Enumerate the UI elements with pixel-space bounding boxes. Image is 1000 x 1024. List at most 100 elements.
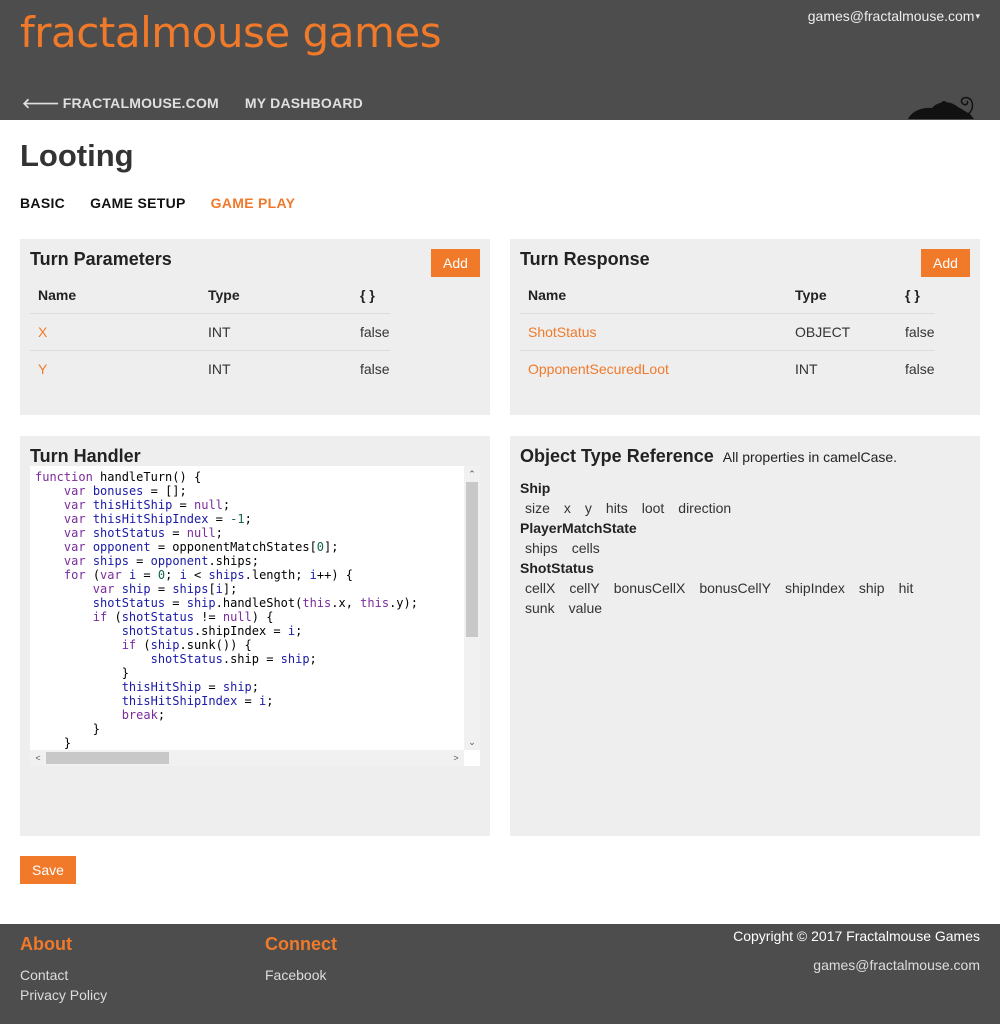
object-reference-panel: Object Type Reference All properties in …: [510, 436, 980, 836]
scroll-right-icon[interactable]: >: [448, 750, 464, 766]
horizontal-scrollbar[interactable]: < >: [30, 750, 464, 766]
column-header-array: { }: [352, 277, 390, 314]
column-header-name: Name: [30, 277, 200, 314]
add-response-button[interactable]: Add: [921, 249, 970, 277]
turn-response-panel: Turn Response Add Name Type { } ShotStat…: [510, 239, 980, 415]
horizontal-scroll-thumb[interactable]: [46, 752, 169, 764]
property-item: shipIndex: [784, 580, 845, 596]
shot-status-props: cellX cellY bonusCellX bonusCellY shipIn…: [520, 578, 950, 618]
table-row: ShotStatus OBJECT false: [520, 313, 935, 351]
column-header-name: Name: [520, 277, 787, 314]
scroll-up-icon[interactable]: ⌃: [464, 466, 480, 482]
scroll-down-icon[interactable]: ⌄: [464, 734, 480, 750]
table-row: Y INT false: [30, 350, 390, 387]
footer-privacy-link[interactable]: Privacy Policy: [20, 985, 107, 1005]
property-item: hit: [898, 580, 914, 596]
add-parameter-button[interactable]: Add: [431, 249, 480, 277]
response-name-link[interactable]: ShotStatus: [520, 313, 787, 351]
site-footer: About Contact Privacy Policy Connect Fac…: [0, 924, 1000, 1024]
turn-response-title: Turn Response: [520, 249, 650, 269]
vertical-scroll-thumb[interactable]: [466, 482, 478, 637]
tab-basic[interactable]: BASIC: [20, 195, 65, 211]
column-header-array: { }: [897, 277, 935, 314]
tab-game-play[interactable]: GAME PLAY: [211, 195, 296, 211]
type-name-shot-status: ShotStatus: [520, 560, 594, 576]
code-editor[interactable]: function handleTurn() { var bonuses = []…: [30, 466, 480, 766]
object-reference-list: Ship size x y hits loot direction Player…: [520, 478, 970, 618]
code-content[interactable]: function handleTurn() { var bonuses = []…: [30, 466, 464, 750]
turn-response-table: Name Type { } ShotStatus OBJECT false Op…: [520, 277, 935, 387]
footer-contact-link[interactable]: Contact: [20, 965, 107, 985]
property-item: hits: [605, 500, 628, 516]
chevron-down-icon[interactable]: ▾: [975, 11, 980, 21]
page-tabs: BASIC GAME SETUP GAME PLAY: [20, 195, 295, 211]
player-match-state-props: ships cells: [520, 538, 970, 558]
nav-fractalmouse-link[interactable]: 🡐 FRACTALMOUSE.COM: [22, 95, 219, 112]
response-type: INT: [795, 360, 818, 377]
table-row: X INT false: [30, 313, 390, 351]
footer-connect-title: Connect: [265, 934, 337, 954]
property-item: size: [525, 500, 550, 516]
property-item: bonusCellY: [699, 580, 771, 596]
vertical-scrollbar[interactable]: ⌃ ⌄: [464, 466, 480, 750]
parameter-type: INT: [208, 360, 231, 377]
property-item: loot: [641, 500, 665, 516]
response-name-link[interactable]: OpponentSecuredLoot: [520, 350, 787, 387]
property-item: ships: [525, 540, 558, 556]
column-header-type: Type: [787, 277, 897, 314]
table-header-row: Name Type { }: [520, 277, 935, 314]
footer-about-column: About Contact Privacy Policy: [20, 934, 107, 1005]
property-item: direction: [678, 500, 732, 516]
turn-parameters-panel: Turn Parameters Add Name Type { } X INT …: [20, 239, 490, 415]
turn-handler-panel: Turn Handler function handleTurn() { var…: [20, 436, 490, 836]
turn-parameters-title: Turn Parameters: [30, 249, 172, 269]
property-item: cellY: [569, 580, 600, 596]
column-header-type: Type: [200, 277, 352, 314]
copyright-text: Copyright © 2017 Fractalmouse Games: [733, 928, 980, 944]
nav-fractalmouse-label: FRACTALMOUSE.COM: [62, 95, 219, 111]
mouse-logo-icon: [908, 96, 974, 119]
table-row: OpponentSecuredLoot INT false: [520, 350, 935, 387]
parameter-array: false: [360, 360, 390, 377]
table-header-row: Name Type { }: [30, 277, 390, 314]
arrow-left-icon: 🡐: [22, 95, 60, 111]
parameter-name-link[interactable]: Y: [30, 350, 200, 387]
property-item: y: [584, 500, 592, 516]
type-name-ship: Ship: [520, 480, 551, 496]
turn-parameters-table: Name Type { } X INT false Y INT false: [30, 277, 390, 387]
account-menu[interactable]: games@fractalmouse.com▾: [808, 8, 980, 24]
main-nav: 🡐 FRACTALMOUSE.COM MY DASHBOARD: [22, 95, 363, 112]
footer-right: Copyright © 2017 Fractalmouse Games game…: [733, 928, 980, 973]
save-button[interactable]: Save: [20, 856, 76, 884]
page-title: Looting: [20, 138, 134, 173]
parameter-name-link[interactable]: X: [30, 313, 200, 351]
parameter-type: INT: [200, 313, 352, 351]
nav-dashboard-link[interactable]: MY DASHBOARD: [245, 95, 363, 112]
scroll-left-icon[interactable]: <: [30, 750, 46, 766]
parameter-array: false: [352, 313, 390, 351]
scrollbar-corner: [464, 750, 480, 766]
property-item: sunk: [525, 600, 555, 616]
property-item: cells: [571, 540, 600, 556]
footer-email[interactable]: games@fractalmouse.com: [733, 957, 980, 973]
property-item: value: [568, 600, 603, 616]
brand-logo-text[interactable]: fractalmouse games: [20, 8, 442, 57]
account-email[interactable]: games@fractalmouse.com: [808, 8, 975, 24]
object-reference-subtitle: All properties in camelCase.: [722, 449, 898, 465]
turn-handler-title: Turn Handler: [30, 446, 141, 466]
site-header: fractalmouse games games@fractalmouse.co…: [0, 0, 1000, 120]
property-item: bonusCellX: [613, 580, 686, 596]
response-type: OBJECT: [787, 313, 897, 351]
response-array: false: [905, 360, 935, 377]
type-name-player-match-state: PlayerMatchState: [520, 520, 637, 536]
object-reference-title: Object Type Reference: [520, 446, 714, 466]
code-area[interactable]: function handleTurn() { var bonuses = []…: [30, 466, 464, 750]
footer-facebook-link[interactable]: Facebook: [265, 965, 337, 985]
ship-props: size x y hits loot direction: [520, 498, 970, 518]
property-item: x: [563, 500, 571, 516]
object-reference-header: Object Type Reference All properties in …: [520, 446, 897, 467]
footer-connect-column: Connect Facebook: [265, 934, 337, 985]
tab-game-setup[interactable]: GAME SETUP: [90, 195, 186, 211]
response-array: false: [897, 313, 935, 351]
property-item: cellX: [525, 580, 556, 596]
